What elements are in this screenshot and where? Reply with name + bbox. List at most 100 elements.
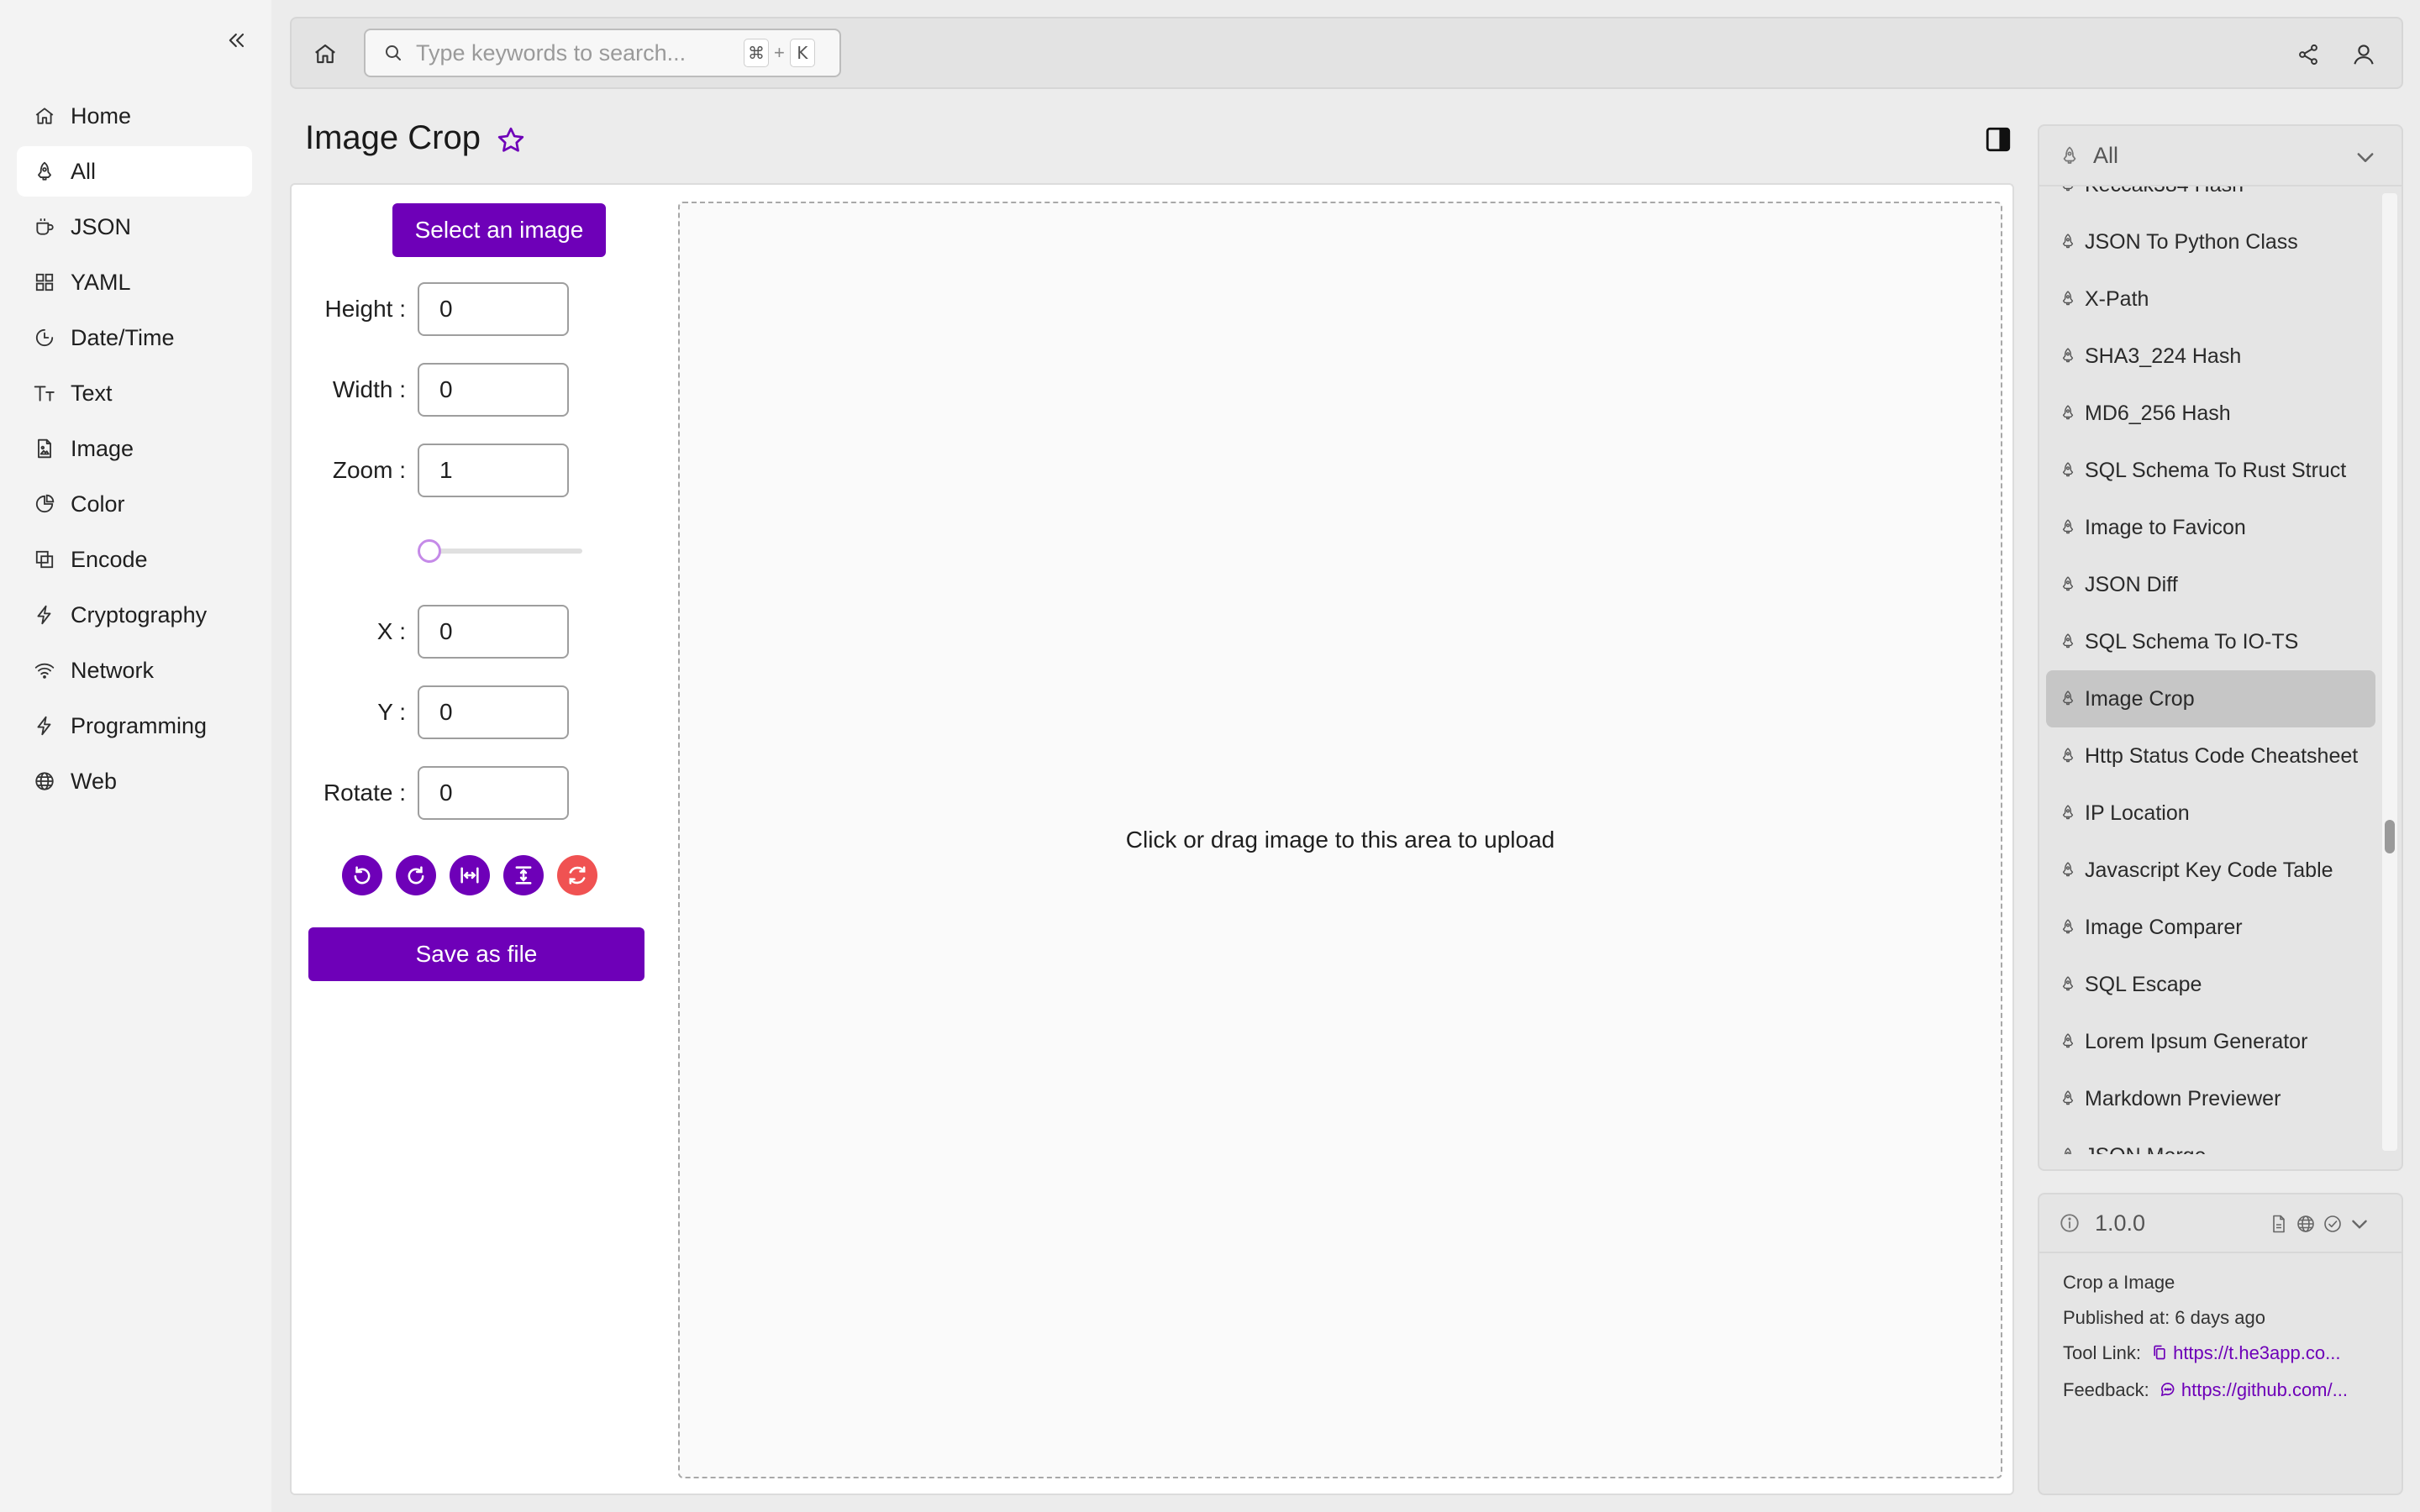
tool-list-item[interactable]: MD6_256 Hash	[2046, 385, 2375, 442]
collapse-sidebar-button[interactable]	[220, 24, 254, 57]
image-file-icon	[32, 436, 57, 461]
home-button[interactable]	[308, 37, 342, 71]
sidebar-item-home[interactable]: Home	[17, 91, 252, 141]
sidebar-item-json[interactable]: JSON	[17, 202, 252, 252]
info-header-icons	[2266, 1211, 2374, 1236]
tool-list-item-label: Markdown Previewer	[2085, 1087, 2281, 1110]
tool-list-item[interactable]: Keccak384 Hash	[2046, 186, 2375, 213]
zoom-slider[interactable]	[418, 538, 582, 563]
rocket-icon	[2060, 288, 2076, 308]
tool-list-item-label: IP Location	[2085, 801, 2190, 825]
sidebar-item-all[interactable]: All	[17, 146, 252, 197]
sidebar-item-label: Text	[71, 380, 113, 406]
sidebar-item-yaml[interactable]: YAML	[17, 257, 252, 307]
shortcut-plus: +	[774, 42, 785, 63]
category-select[interactable]: All	[2039, 126, 2402, 186]
sidebar-item-cryptography[interactable]: Cryptography	[17, 590, 252, 640]
tool-list: Keccak384 Hash JSON To Python Class X-Path…	[2046, 186, 2375, 1154]
sidebar-item-image[interactable]: Image	[17, 423, 252, 474]
page-title: Image Crop	[305, 119, 481, 156]
y-row: Y :	[308, 685, 569, 739]
pie-icon	[32, 491, 57, 517]
copy-icon[interactable]	[2151, 1344, 2170, 1362]
tool-list-item[interactable]: Image Comparer	[2046, 899, 2375, 956]
rotate-left-button[interactable]	[342, 855, 382, 895]
tool-list-item[interactable]: Http Status Code Cheatsheet	[2046, 727, 2375, 785]
tool-list-item[interactable]: JSON Diff	[2046, 556, 2375, 613]
share-button[interactable]	[2291, 38, 2325, 71]
rocket-icon	[2058, 144, 2081, 167]
sidebar-item-label: Color	[71, 491, 125, 517]
tool-list-item[interactable]: SHA3_224 Hash	[2046, 328, 2375, 385]
height-input[interactable]	[418, 282, 569, 336]
text-icon	[32, 381, 57, 406]
feedback-link[interactable]: https://github.com/...	[2181, 1379, 2348, 1400]
sidebar-item-text[interactable]: Text	[17, 368, 252, 418]
sidebar-item-programming[interactable]: Programming	[17, 701, 252, 751]
y-input[interactable]	[418, 685, 569, 739]
sidebar-item-encode[interactable]: Encode	[17, 534, 252, 585]
tool-list-scrollbar[interactable]	[2382, 193, 2397, 1151]
flip-vertical-button[interactable]	[503, 855, 544, 895]
rocket-icon	[2060, 688, 2076, 708]
flip-horizontal-button[interactable]	[450, 855, 490, 895]
width-input[interactable]	[418, 363, 569, 417]
tool-list-item[interactable]: IP Location	[2046, 785, 2375, 842]
tool-list-item[interactable]: Markdown Previewer	[2046, 1070, 2375, 1127]
tool-list-item[interactable]: Lorem Ipsum Generator	[2046, 1013, 2375, 1070]
info-header[interactable]: 1.0.0	[2039, 1194, 2402, 1253]
rocket-icon	[2060, 1031, 2076, 1051]
sidebar-item-label: Encode	[71, 546, 148, 572]
chevron-down-icon[interactable]	[2347, 1211, 2372, 1236]
document-icon[interactable]	[2266, 1211, 2291, 1236]
globe-icon[interactable]	[2293, 1211, 2318, 1236]
feedback-row: Feedback: https://github.com/...	[2063, 1379, 2348, 1401]
tool-list-content: Keccak384 Hash JSON To Python Class X-Path…	[2046, 186, 2375, 1154]
zoom-slider-handle[interactable]	[418, 539, 441, 563]
share-icon	[2299, 44, 2317, 66]
tool-list-item[interactable]: Javascript Key Code Table	[2046, 842, 2375, 899]
tool-list-item[interactable]: SQL Escape	[2046, 956, 2375, 1013]
sidebar-item-network[interactable]: Network	[17, 645, 252, 696]
sidebar-item-label: Date/Time	[71, 324, 175, 350]
check-circle-icon[interactable]	[2320, 1211, 2345, 1236]
height-row: Height :	[308, 282, 569, 336]
tool-list-item[interactable]: JSON To Python Class	[2046, 213, 2375, 270]
tool-list-item-label: X-Path	[2085, 287, 2149, 311]
tool-list-item[interactable]: Image Crop	[2046, 670, 2375, 727]
sidebar-item-date-time[interactable]: Date/Time	[17, 312, 252, 363]
rotate-input[interactable]	[418, 766, 569, 820]
tool-list-item-label: JSON Diff	[2085, 573, 2178, 596]
rotate-right-button[interactable]	[396, 855, 436, 895]
sidebar-item-color[interactable]: Color	[17, 479, 252, 529]
zoom-input[interactable]	[418, 444, 569, 497]
search-input[interactable]	[416, 39, 744, 66]
search-box[interactable]: ⌘ + K	[364, 29, 841, 77]
width-label: Width :	[332, 376, 406, 402]
x-input[interactable]	[418, 605, 569, 659]
reset-button[interactable]	[557, 855, 597, 895]
tool-list-scroll-thumb[interactable]	[2385, 820, 2395, 853]
encode-icon	[32, 547, 57, 572]
select-image-button[interactable]: Select an image	[392, 203, 606, 257]
tool-list-item[interactable]: X-Path	[2046, 270, 2375, 328]
tool-link-label: Tool Link:	[2063, 1342, 2141, 1363]
favorite-button[interactable]	[492, 122, 529, 159]
tool-list-item[interactable]: SQL Schema To IO-TS	[2046, 613, 2375, 670]
image-upload-dropzone[interactable]: Click or drag image to this area to uplo…	[678, 202, 2002, 1478]
user-button[interactable]	[2347, 38, 2381, 71]
tool-list-item[interactable]: JSON Merge	[2046, 1127, 2375, 1154]
tool-list-item[interactable]: Image to Favicon	[2046, 499, 2375, 556]
toggle-side-panel-button[interactable]	[1981, 123, 2015, 156]
sidebar-item-web[interactable]: Web	[17, 756, 252, 806]
image-crop-card: Select an image Height : Width : Zoom : …	[290, 183, 2014, 1495]
tool-link[interactable]: https://t.he3app.co...	[2173, 1342, 2340, 1363]
rocket-icon	[2060, 1088, 2076, 1108]
tool-list-item[interactable]: SQL Schema To Rust Struct	[2046, 442, 2375, 499]
sidebar-item-label: Cryptography	[71, 601, 208, 627]
tool-description: Crop a Image	[2063, 1272, 2175, 1293]
crop-actions	[342, 855, 611, 895]
save-as-file-button[interactable]: Save as file	[308, 927, 644, 981]
sidebar-item-label: Web	[71, 768, 118, 794]
feedback-label: Feedback:	[2063, 1379, 2149, 1400]
